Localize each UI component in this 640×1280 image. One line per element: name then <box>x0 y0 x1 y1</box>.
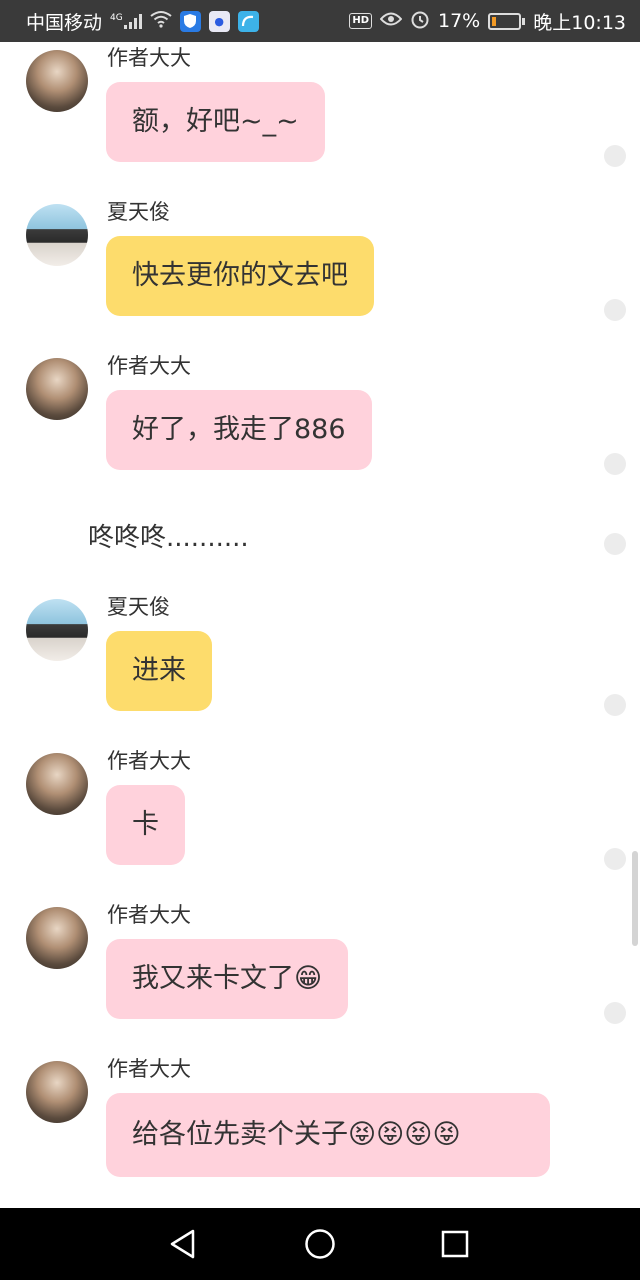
message-item: 夏天俊 进来 <box>26 591 586 711</box>
wifi-icon <box>150 10 172 33</box>
browser-app-icon <box>237 10 259 32</box>
message-bubble[interactable]: 进来 <box>106 631 212 711</box>
select-dot[interactable] <box>604 453 626 475</box>
sender-name: 作者大大 <box>107 1057 191 1081</box>
avatar[interactable] <box>26 358 88 420</box>
home-icon[interactable] <box>302 1226 338 1262</box>
signal-icon: 4G <box>110 13 142 29</box>
alarm-icon <box>410 9 430 34</box>
message-item: 作者大大 额，好吧~_~ <box>26 42 586 162</box>
network-label: 4G <box>110 13 123 23</box>
select-dot[interactable] <box>604 848 626 870</box>
sender-name: 作者大大 <box>107 46 191 70</box>
sender-name: 作者大大 <box>107 749 191 773</box>
avatar[interactable] <box>26 204 88 266</box>
baidu-app-icon: ● <box>208 10 230 32</box>
hd-badge: HD <box>349 13 372 29</box>
message-bubble[interactable]: 好了，我走了886 <box>106 390 372 470</box>
avatar[interactable] <box>26 753 88 815</box>
select-dot[interactable] <box>604 299 626 321</box>
clock: 晚上10:13 <box>533 11 626 34</box>
chat-area[interactable]: 作者大大 额，好吧~_~ 夏天俊 快去更你的文去吧 作者大大 好了，我走了886… <box>0 42 640 1208</box>
status-bar: 中国移动 4G ● HD 17% 晚上10:13 <box>0 0 640 42</box>
sender-name: 作者大大 <box>107 354 191 378</box>
avatar[interactable] <box>26 1061 88 1123</box>
message-item: 夏天俊 快去更你的文去吧 <box>26 196 586 316</box>
shield-app-icon <box>179 10 201 32</box>
message-bubble[interactable]: 快去更你的文去吧 <box>106 236 374 316</box>
scrollbar[interactable] <box>632 851 638 946</box>
avatar[interactable] <box>26 50 88 112</box>
narration-text[interactable]: 咚咚咚.......... <box>88 517 249 554</box>
message-item: 作者大大 好了，我走了886 <box>26 350 586 470</box>
sender-name: 夏天俊 <box>107 200 170 224</box>
message-item: 作者大大 给各位先卖个关子😝😝😝😝 <box>26 1053 586 1208</box>
message-bubble[interactable]: 给各位先卖个关子😝😝😝😝 <box>106 1093 550 1177</box>
select-dot[interactable] <box>604 1002 626 1024</box>
message-bubble[interactable]: 我又来卡文了😁 <box>106 939 349 1019</box>
select-dot[interactable] <box>604 694 626 716</box>
eye-icon <box>379 10 403 32</box>
avatar[interactable] <box>26 599 88 661</box>
recents-icon[interactable] <box>437 1226 473 1262</box>
select-dot[interactable] <box>604 533 626 555</box>
message-item: 作者大大 我又来卡文了😁 <box>26 899 586 1019</box>
battery-percent: 17% <box>438 10 481 32</box>
select-dot[interactable] <box>604 145 626 167</box>
avatar[interactable] <box>26 907 88 969</box>
battery-icon <box>488 12 526 30</box>
back-icon[interactable] <box>165 1226 201 1262</box>
message-bubble[interactable]: 额，好吧~_~ <box>106 82 325 162</box>
navigation-bar <box>0 1208 640 1280</box>
sender-name: 夏天俊 <box>107 595 170 619</box>
message-bubble[interactable]: 卡 <box>106 785 185 865</box>
carrier-label: 中国移动 <box>26 11 103 34</box>
sender-name: 作者大大 <box>107 903 191 927</box>
message-item: 作者大大 卡 <box>26 745 586 865</box>
